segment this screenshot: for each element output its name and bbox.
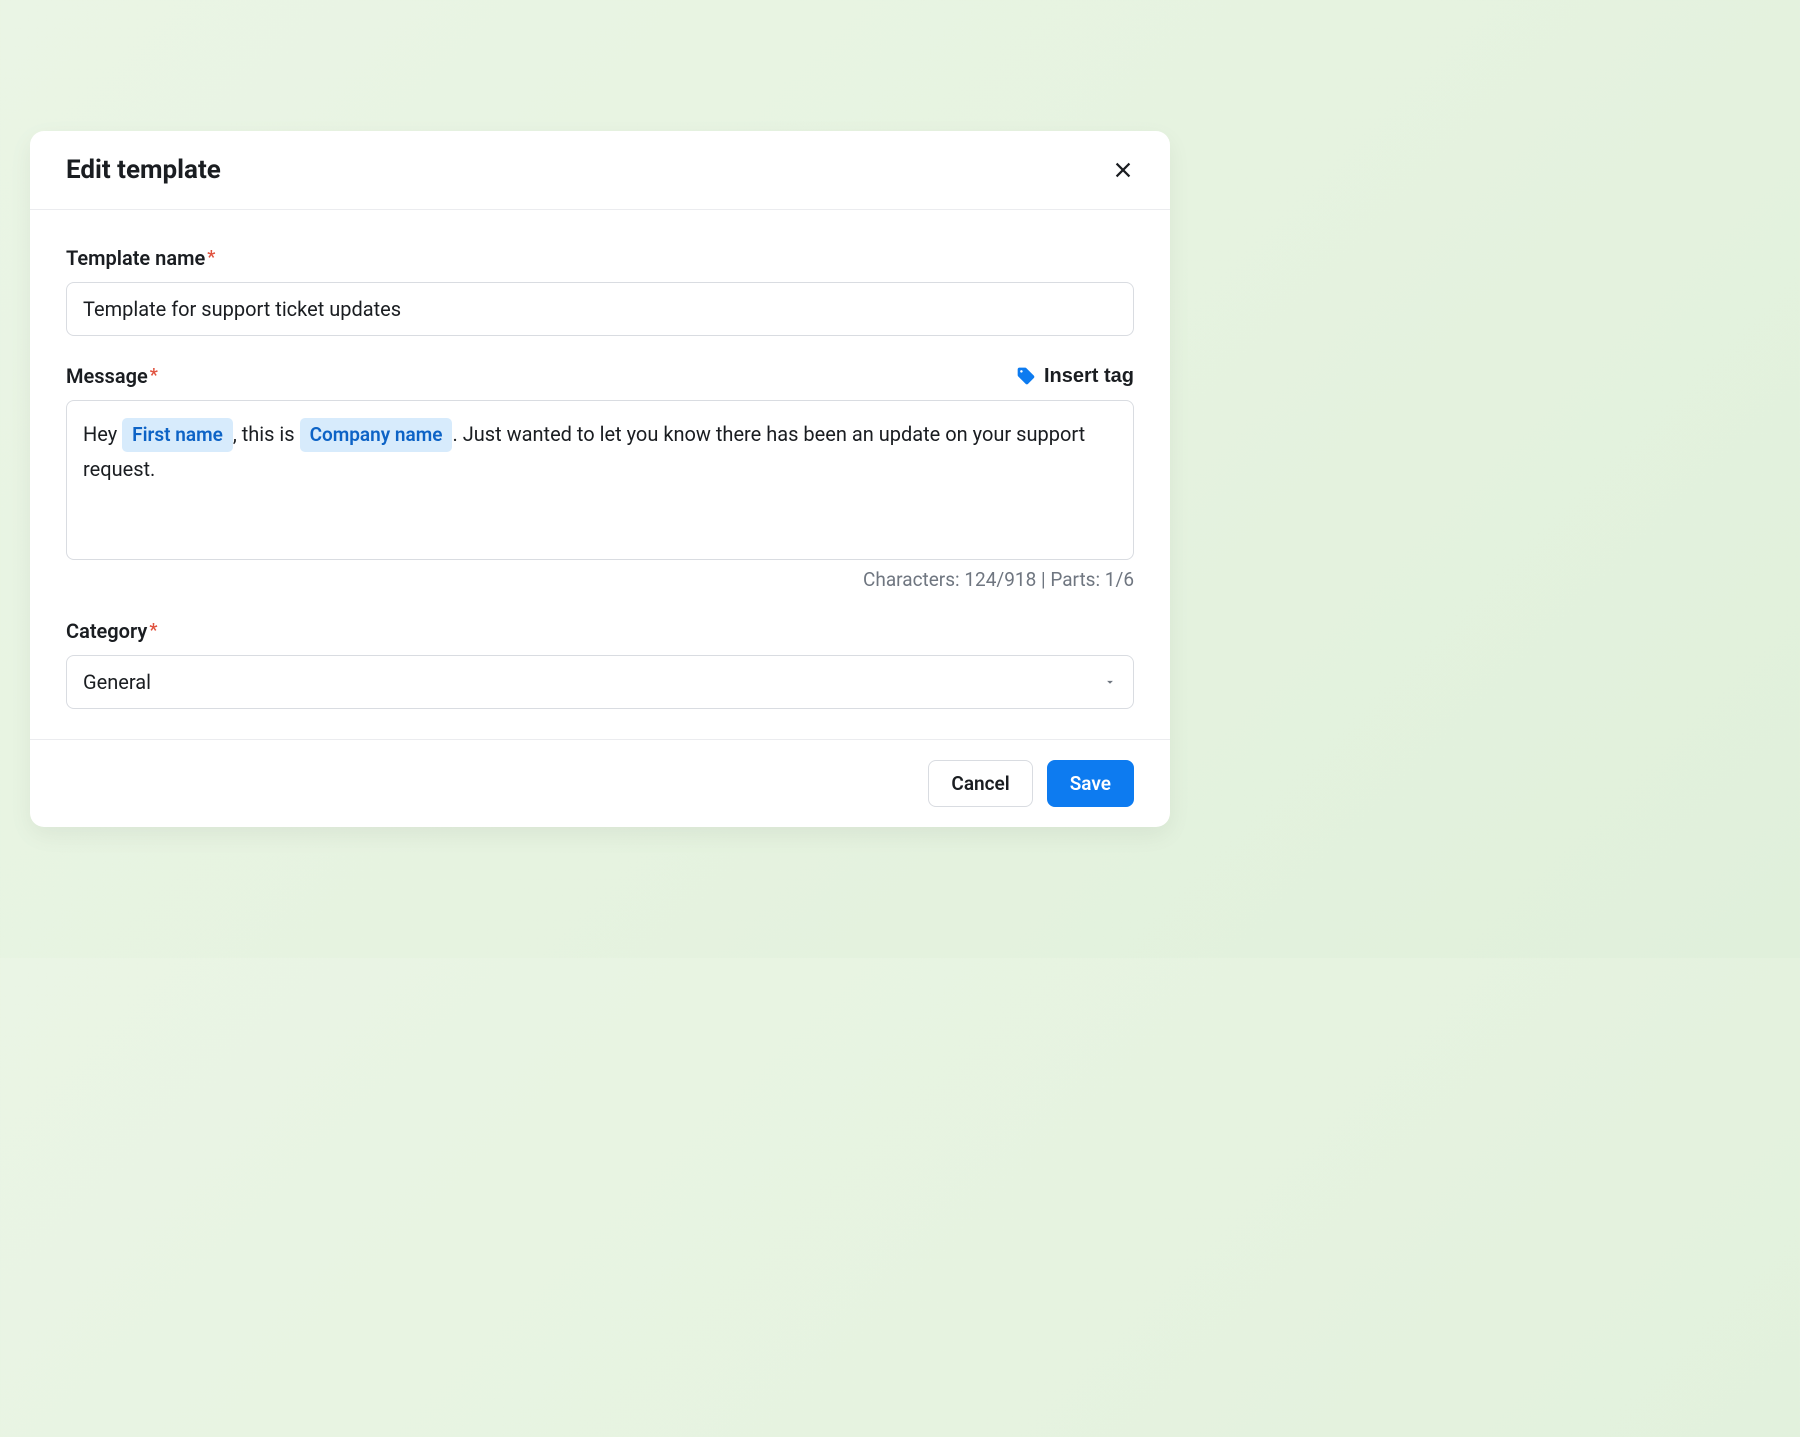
field-label-row: Template name*	[66, 246, 1134, 270]
tag-chip-company-name[interactable]: Company name	[300, 418, 453, 452]
required-marker: *	[150, 365, 158, 386]
field-label-row: Message* Insert tag	[66, 364, 1134, 388]
message-field: Message* Insert tag Hey First name, this…	[66, 364, 1134, 591]
category-select-wrap: General	[66, 655, 1134, 709]
message-text: , this is	[233, 422, 300, 446]
tag-icon	[1016, 366, 1036, 386]
character-counter: Characters: 124/918 | Parts: 1/6	[66, 568, 1134, 591]
tag-chip-first-name[interactable]: First name	[122, 418, 233, 452]
template-name-label: Template name*	[66, 246, 215, 270]
message-input[interactable]: Hey First name, this is Company name. Ju…	[66, 400, 1134, 560]
template-name-field: Template name*	[66, 246, 1134, 336]
message-label: Message*	[66, 364, 158, 388]
template-name-input[interactable]	[66, 282, 1134, 336]
category-select[interactable]: General	[66, 655, 1134, 709]
category-field: Category* General	[66, 619, 1134, 709]
insert-tag-button[interactable]: Insert tag	[1016, 365, 1134, 388]
close-icon	[1112, 159, 1134, 181]
edit-template-modal: Edit template Template name* Message* In…	[30, 131, 1170, 827]
modal-footer: Cancel Save	[30, 739, 1170, 827]
modal-title: Edit template	[66, 155, 221, 185]
message-text: Hey	[83, 422, 122, 446]
required-marker: *	[149, 620, 157, 641]
required-marker: *	[207, 247, 215, 268]
chevron-down-icon	[1103, 675, 1117, 689]
field-label-row: Category*	[66, 619, 1134, 643]
cancel-button[interactable]: Cancel	[928, 760, 1032, 807]
category-label: Category*	[66, 619, 157, 643]
save-button[interactable]: Save	[1047, 760, 1134, 807]
close-button[interactable]	[1108, 155, 1138, 185]
modal-header: Edit template	[30, 131, 1170, 210]
insert-tag-label: Insert tag	[1044, 365, 1134, 388]
modal-body: Template name* Message* Insert tag Hey F…	[30, 210, 1170, 739]
category-value: General	[83, 670, 151, 694]
